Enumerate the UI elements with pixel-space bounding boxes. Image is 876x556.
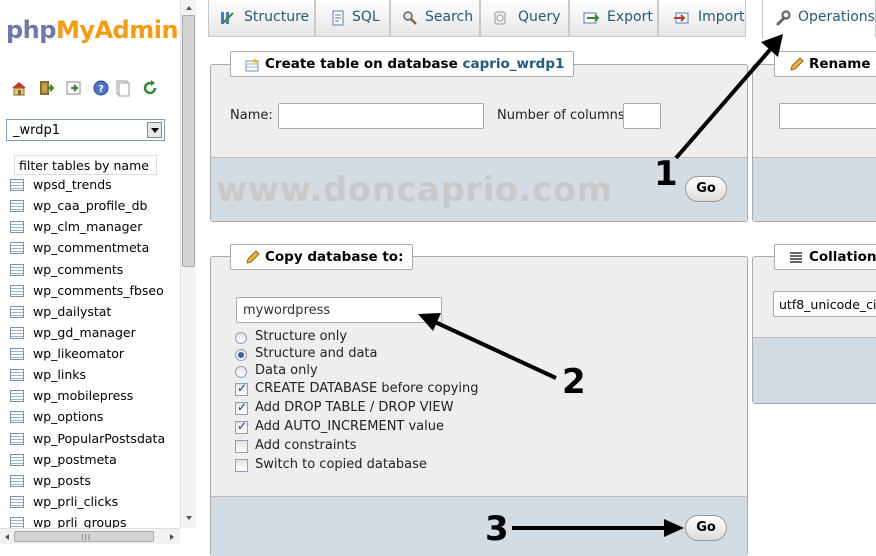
table-name-link[interactable]: wp_posts bbox=[33, 470, 91, 491]
table-icon[interactable] bbox=[10, 305, 24, 318]
table-name-link[interactable]: wp_postmeta bbox=[33, 449, 117, 470]
copy-database-go-button[interactable]: Go bbox=[685, 515, 727, 541]
table-name-link[interactable]: wp_likeomator bbox=[33, 343, 124, 364]
nav-vertical-scrollbar[interactable] bbox=[180, 0, 196, 528]
collation-select[interactable]: utf8_unicode_ci bbox=[773, 291, 876, 317]
table-icon[interactable] bbox=[10, 411, 24, 424]
table-icon[interactable] bbox=[10, 284, 24, 297]
table-list-item[interactable]: wp_dailystat bbox=[0, 301, 180, 322]
table-name-link[interactable]: wp_gd_manager bbox=[33, 322, 136, 343]
checkbox[interactable] bbox=[235, 459, 248, 472]
home-icon[interactable] bbox=[10, 79, 28, 97]
table-icon[interactable] bbox=[10, 453, 24, 466]
table-list-item[interactable]: wp_comments_fbseo bbox=[0, 280, 180, 301]
table-name-link[interactable]: wp_clm_manager bbox=[33, 216, 142, 237]
radio-button[interactable] bbox=[235, 332, 247, 344]
table-name-link[interactable]: wp_comments bbox=[33, 259, 123, 280]
scrollbar-thumb[interactable]: III bbox=[14, 531, 154, 542]
table-name-link[interactable]: wp_dailystat bbox=[33, 301, 111, 322]
table-name-link[interactable]: wp_mobilepress bbox=[33, 385, 133, 406]
scroll-up-icon[interactable] bbox=[183, 2, 195, 14]
table-list-item[interactable]: wp_options bbox=[0, 406, 180, 427]
query-window-icon[interactable] bbox=[65, 79, 83, 97]
annotation-label-2: 2 bbox=[562, 362, 586, 402]
table-name-link[interactable]: wp_caa_profile_db bbox=[33, 195, 147, 216]
fieldset-footer bbox=[753, 157, 876, 221]
table-name-link[interactable]: wp_commentmeta bbox=[33, 237, 149, 258]
table-icon[interactable] bbox=[10, 263, 24, 276]
table-icon[interactable] bbox=[10, 390, 24, 403]
table-icon[interactable] bbox=[10, 179, 24, 191]
database-select[interactable]: _wrdp1 bbox=[6, 119, 165, 141]
table-name-link[interactable]: wp_options bbox=[33, 406, 103, 427]
navigation-panel: phpMyAdmin ? _wrdp1 filter tables by nam… bbox=[0, 0, 180, 547]
table-name-link[interactable]: wp_PopularPostsdata bbox=[33, 428, 165, 449]
table-icon[interactable] bbox=[10, 432, 24, 445]
table-name-link[interactable]: wpsd_trends bbox=[33, 174, 112, 195]
fieldset-footer bbox=[753, 337, 876, 403]
rename-database-input[interactable] bbox=[779, 103, 876, 129]
copy-options: Structure only Structure and data Data o… bbox=[211, 0, 741, 547]
phpmyadmin-logo[interactable]: phpMyAdmin bbox=[6, 16, 179, 44]
table-icon[interactable] bbox=[10, 242, 24, 255]
table-list-item[interactable]: wpsd_trends bbox=[0, 174, 180, 195]
filter-tables-input[interactable]: filter tables by name bbox=[14, 155, 157, 175]
table-icon[interactable] bbox=[10, 348, 24, 360]
table-icon[interactable] bbox=[10, 495, 24, 508]
table-list-item[interactable]: wp_commentmeta bbox=[0, 237, 180, 258]
table-list-item[interactable]: wp_likeomator bbox=[0, 343, 180, 364]
wrench-icon bbox=[776, 10, 791, 26]
table-name-link[interactable]: wp_prli_clicks bbox=[33, 491, 118, 512]
watermark: www.doncaprio.com bbox=[216, 170, 613, 210]
exit-icon[interactable] bbox=[37, 79, 55, 97]
reload-icon[interactable] bbox=[141, 79, 159, 97]
scroll-left-icon[interactable] bbox=[1, 531, 13, 543]
table-list: wpsd_trends wp_caa_profile_db wp_clm_manag… bbox=[0, 174, 180, 533]
table-name-link[interactable]: wp_comments_fbseo bbox=[33, 280, 164, 301]
table-icon[interactable] bbox=[10, 221, 24, 234]
checkbox[interactable] bbox=[235, 381, 248, 396]
table-icon[interactable] bbox=[10, 474, 24, 487]
table-list-item[interactable]: wp_posts bbox=[0, 470, 180, 491]
table-list-item[interactable]: wp_mobilepress bbox=[0, 385, 180, 406]
chevron-down-icon[interactable] bbox=[147, 122, 162, 138]
table-list-item[interactable]: wp_postmeta bbox=[0, 449, 180, 470]
table-list-item[interactable]: wp_PopularPostsdata bbox=[0, 428, 180, 449]
rename-database-legend: Rename da bbox=[774, 51, 876, 77]
scroll-right-icon[interactable] bbox=[166, 531, 178, 543]
table-list-item[interactable]: wp_clm_manager bbox=[0, 216, 180, 237]
collation-fieldset bbox=[752, 256, 876, 404]
list-icon bbox=[790, 252, 802, 263]
svg-text:?: ? bbox=[98, 84, 104, 95]
table-list-item[interactable]: wp_prli_clicks bbox=[0, 491, 180, 512]
rename-database-fieldset bbox=[752, 64, 876, 222]
scrollbar-thumb[interactable] bbox=[182, 15, 195, 267]
help-icon[interactable]: ? bbox=[92, 79, 110, 97]
collation-legend: Collation: bbox=[774, 244, 876, 270]
radio-button[interactable] bbox=[235, 349, 247, 361]
table-name-link[interactable]: wp_links bbox=[33, 364, 86, 385]
checkbox[interactable] bbox=[235, 440, 248, 453]
nav-horizontal-scrollbar[interactable]: III bbox=[0, 528, 180, 544]
annotation-label-3: 3 bbox=[485, 509, 509, 549]
pencil-icon bbox=[790, 57, 804, 71]
checkbox[interactable] bbox=[235, 419, 248, 434]
table-list-item[interactable]: wp_comments bbox=[0, 259, 180, 280]
table-list-item[interactable]: wp_caa_profile_db bbox=[0, 195, 180, 216]
table-icon[interactable] bbox=[10, 326, 24, 339]
tab-operations[interactable]: Operations bbox=[762, 0, 876, 38]
annotation-label-1: 1 bbox=[654, 154, 678, 194]
radio-button[interactable] bbox=[235, 366, 247, 378]
table-icon[interactable] bbox=[10, 200, 24, 213]
scroll-down-icon[interactable] bbox=[183, 512, 195, 524]
table-list-item[interactable]: wp_links bbox=[0, 364, 180, 385]
table-icon[interactable] bbox=[10, 369, 24, 382]
table-list-item[interactable]: wp_gd_manager bbox=[0, 322, 180, 343]
docs-icon[interactable] bbox=[114, 79, 132, 97]
checkbox[interactable] bbox=[235, 400, 248, 415]
